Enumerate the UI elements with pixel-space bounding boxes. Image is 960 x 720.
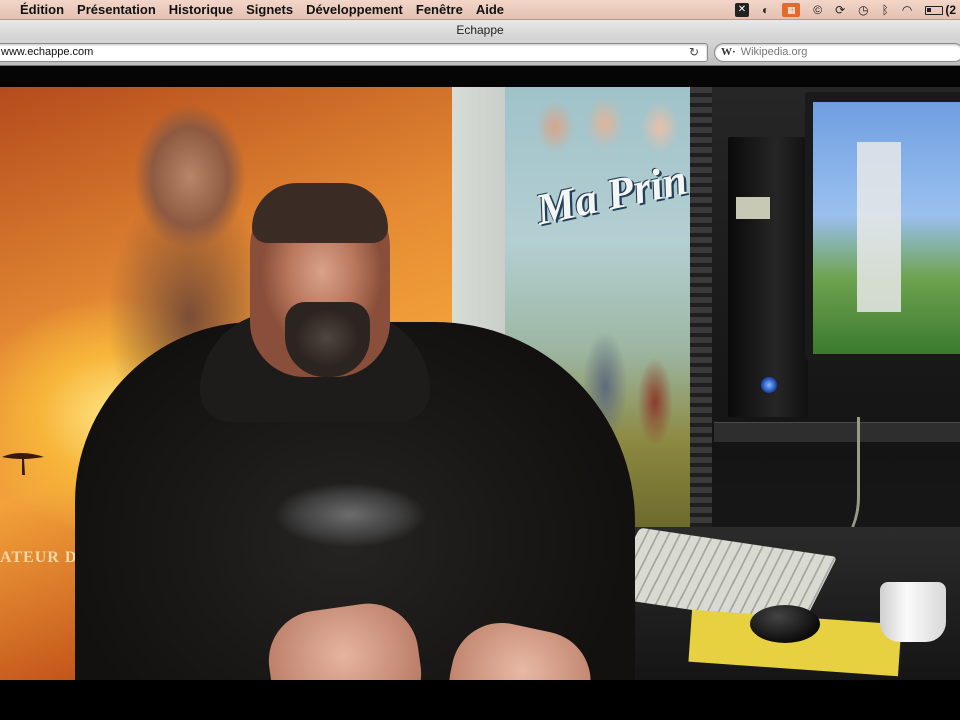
menu-signets[interactable]: Signets — [246, 0, 306, 20]
poster-faces — [525, 87, 690, 167]
wifi-icon[interactable]: ◠ — [902, 0, 912, 20]
tower-badge — [736, 197, 770, 219]
page-header-strip — [0, 67, 960, 87]
menu-aide[interactable]: Aide — [476, 0, 517, 20]
copyright-icon[interactable]: © — [813, 0, 822, 20]
person-hair — [252, 183, 388, 243]
skype-icon[interactable]: ◐ — [762, 0, 769, 20]
time-machine-icon[interactable]: ◷ — [858, 0, 868, 20]
video-letterbox-bottom — [0, 680, 960, 720]
address-field[interactable]: www.echappe.com ↻ — [0, 43, 708, 62]
shelf-rail — [690, 87, 712, 547]
video-frame: ATEUR D Ma Prin — [0, 87, 960, 680]
coffee-cup — [880, 582, 946, 642]
address-text: www.echappe.com — [1, 46, 94, 58]
battery-status[interactable]: (2 — [925, 3, 956, 17]
menu-edition[interactable]: Édition — [20, 0, 77, 20]
battery-icon — [925, 5, 944, 15]
window-title: Echappe — [456, 23, 504, 37]
browser-toolbar: www.echappe.com ↻ W· Wikipedia.org — [0, 40, 960, 66]
search-placeholder: Wikipedia.org — [740, 46, 808, 58]
acacia-tree-icon — [2, 453, 44, 475]
bluetooth-icon[interactable]: ᛒ — [882, 0, 889, 20]
monitor — [805, 92, 960, 360]
menu-developpement[interactable]: Développement — [306, 0, 416, 20]
menu-list: Édition Présentation Historique Signets … — [0, 0, 517, 19]
computer-tower — [728, 137, 808, 417]
window-title-bar: Echappe — [0, 20, 960, 40]
menu-extras: ✕ ◐ ▦ © ⟳ ◷ ᛒ ◠ (2 — [735, 0, 960, 20]
hoodie-print — [250, 467, 450, 562]
calendar-icon[interactable]: ▦ — [782, 3, 801, 17]
sync-icon[interactable]: ⟳ — [835, 0, 845, 20]
menu-historique[interactable]: Historique — [169, 0, 246, 20]
menu-presentation[interactable]: Présentation — [77, 0, 169, 20]
screen-dialog — [857, 142, 901, 312]
computer-mouse — [750, 605, 820, 643]
app-status-icon[interactable]: ✕ — [735, 3, 749, 17]
person-beard — [285, 302, 370, 377]
menu-bar: Édition Présentation Historique Signets … — [0, 0, 960, 20]
battery-percent: (2 — [945, 3, 956, 17]
menu-fenetre[interactable]: Fenêtre — [416, 0, 476, 20]
monitor-screen — [813, 102, 960, 354]
power-led — [761, 377, 777, 393]
search-field[interactable]: W· Wikipedia.org — [714, 43, 960, 62]
wikipedia-icon: W· — [721, 46, 736, 58]
reload-icon[interactable]: ↻ — [689, 44, 699, 61]
video-player[interactable]: ATEUR D Ma Prin — [0, 87, 960, 680]
